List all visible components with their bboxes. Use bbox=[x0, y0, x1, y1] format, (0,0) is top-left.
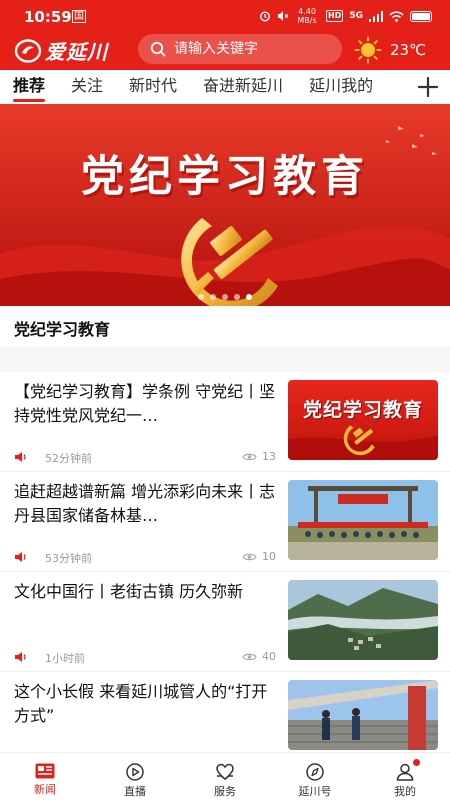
tab-yanchuan-mine[interactable]: 延川我的 bbox=[296, 70, 386, 104]
nav-service[interactable]: 服务 bbox=[180, 753, 270, 800]
news-thumbnail bbox=[288, 680, 438, 750]
nav-yanchuan-hao[interactable]: 延川号 bbox=[270, 753, 360, 800]
weather-widget[interactable]: 23℃ bbox=[354, 36, 426, 64]
news-icon bbox=[35, 763, 55, 779]
news-time: 52分钟前 bbox=[45, 452, 92, 465]
view-count-value: 13 bbox=[262, 450, 276, 463]
news-meta: 1小时前 40 bbox=[14, 650, 276, 665]
carousel-dot[interactable] bbox=[234, 294, 240, 300]
bottom-navigation: 新闻 直播 服务 延川号 我的 bbox=[0, 752, 450, 800]
news-item[interactable]: 【党纪学习教育】学条例 守党纪丨坚持党性党风党纪一… 52分钟前 13 党纪学习… bbox=[0, 372, 450, 472]
carousel-indicator bbox=[0, 294, 450, 300]
banner-title: 党纪学习教育 bbox=[81, 152, 369, 202]
nav-live[interactable]: 直播 bbox=[90, 753, 180, 800]
nav-live-label: 直播 bbox=[124, 785, 146, 798]
news-title: 文化中国行丨老街古镇 历久弥新 bbox=[14, 582, 244, 601]
news-time: 1小时前 bbox=[45, 652, 85, 665]
status-icons: 4.40 MB/s HD 5G bbox=[259, 7, 432, 25]
view-count: 10 bbox=[242, 550, 276, 563]
app-header: 10:59 国 4.40 MB/s HD 5G 爱延川 请输入关键字 23℃ bbox=[0, 0, 450, 70]
news-item[interactable]: 文化中国行丨老街古镇 历久弥新 1小时前 40 bbox=[0, 572, 450, 672]
news-thumbnail bbox=[288, 480, 438, 560]
nav-service-label: 服务 bbox=[214, 785, 236, 798]
tab-new-era[interactable]: 新时代 bbox=[116, 70, 190, 104]
speaker-icon[interactable] bbox=[14, 451, 27, 463]
hd-badge: HD bbox=[326, 10, 344, 22]
news-title: 这个小长假 来看延川城管人的“打开方式” bbox=[14, 682, 268, 725]
live-icon bbox=[126, 763, 144, 781]
temperature: 23℃ bbox=[390, 41, 426, 59]
banner-caption[interactable]: 党纪学习教育 bbox=[14, 316, 110, 340]
search-input[interactable] bbox=[174, 41, 334, 57]
hero-banner[interactable]: 党纪学习教育 bbox=[0, 104, 450, 306]
alarm-icon bbox=[259, 11, 271, 22]
nav-news-label: 新闻 bbox=[34, 783, 56, 796]
view-count-value: 10 bbox=[262, 550, 276, 563]
sun-icon bbox=[354, 36, 382, 64]
notification-badge bbox=[413, 759, 420, 766]
carousel-dot[interactable] bbox=[222, 294, 228, 300]
search-bar[interactable] bbox=[138, 34, 342, 64]
thumb-group-photo bbox=[288, 480, 438, 560]
network-type: 5G bbox=[349, 11, 363, 21]
nav-mine[interactable]: 我的 bbox=[360, 753, 450, 800]
speaker-icon[interactable] bbox=[14, 651, 27, 663]
news-thumbnail bbox=[288, 580, 438, 660]
eye-icon bbox=[242, 453, 257, 460]
news-meta: 53分钟前 10 bbox=[14, 550, 276, 565]
news-thumbnail: 党纪学习教育 bbox=[288, 380, 438, 460]
tab-recommend[interactable]: 推荐 bbox=[0, 70, 58, 104]
news-title: 【党纪学习教育】学条例 守党纪丨坚持党性党风党纪一… bbox=[14, 382, 276, 425]
carousel-dot[interactable] bbox=[198, 294, 204, 300]
nav-news[interactable]: 新闻 bbox=[0, 753, 90, 800]
user-icon bbox=[396, 763, 414, 781]
signal-icon bbox=[369, 10, 383, 22]
status-time: 10:59 bbox=[24, 8, 72, 26]
view-count: 13 bbox=[242, 450, 276, 463]
tabs-scroll: 推荐 关注 新时代 奋进新延川 延川我的 bbox=[0, 70, 412, 104]
channel-tabs: 推荐 关注 新时代 奋进新延川 延川我的 bbox=[0, 70, 450, 104]
battery-icon bbox=[410, 10, 432, 22]
tab-follow[interactable]: 关注 bbox=[58, 70, 116, 104]
add-channel-icon[interactable] bbox=[416, 75, 440, 99]
status-bar: 10:59 国 4.40 MB/s HD 5G bbox=[0, 0, 450, 30]
view-count: 40 bbox=[242, 650, 276, 663]
thumb-mountain-village bbox=[288, 580, 438, 660]
thumb-text: 党纪学习教育 bbox=[302, 399, 423, 421]
nav-mine-label: 我的 bbox=[394, 785, 416, 798]
sim-badge: 国 bbox=[72, 10, 86, 23]
eye-icon bbox=[242, 553, 257, 560]
compass-icon bbox=[306, 763, 324, 781]
view-count-value: 40 bbox=[262, 650, 276, 663]
carousel-dot-active[interactable] bbox=[246, 294, 252, 300]
speaker-icon[interactable] bbox=[14, 551, 27, 563]
news-meta: 52分钟前 13 bbox=[14, 450, 276, 465]
news-item[interactable]: 追赶超越谱新篇 增光添彩向未来丨志丹县国家储备林基… 53分钟前 10 bbox=[0, 472, 450, 572]
tab-yanchuan-progress[interactable]: 奋进新延川 bbox=[190, 70, 296, 104]
network-speed: 4.40 MB/s bbox=[297, 7, 317, 25]
app-logo[interactable]: 爱延川 bbox=[14, 36, 108, 65]
banner-background bbox=[0, 104, 450, 306]
section-divider bbox=[0, 346, 450, 372]
thumb-street-workers bbox=[288, 680, 438, 750]
logo-icon bbox=[14, 38, 42, 63]
carousel-dot[interactable] bbox=[210, 294, 216, 300]
news-time: 53分钟前 bbox=[45, 552, 92, 565]
eye-icon bbox=[242, 653, 257, 660]
search-icon bbox=[150, 41, 166, 57]
nav-yanchuan-hao-label: 延川号 bbox=[298, 785, 332, 798]
mute-icon bbox=[278, 11, 288, 21]
service-icon bbox=[216, 763, 234, 780]
wifi-icon bbox=[389, 10, 404, 22]
news-title: 追赶超越谱新篇 增光添彩向未来丨志丹县国家储备林基… bbox=[14, 482, 276, 525]
logo-text: 爱延川 bbox=[45, 40, 108, 64]
